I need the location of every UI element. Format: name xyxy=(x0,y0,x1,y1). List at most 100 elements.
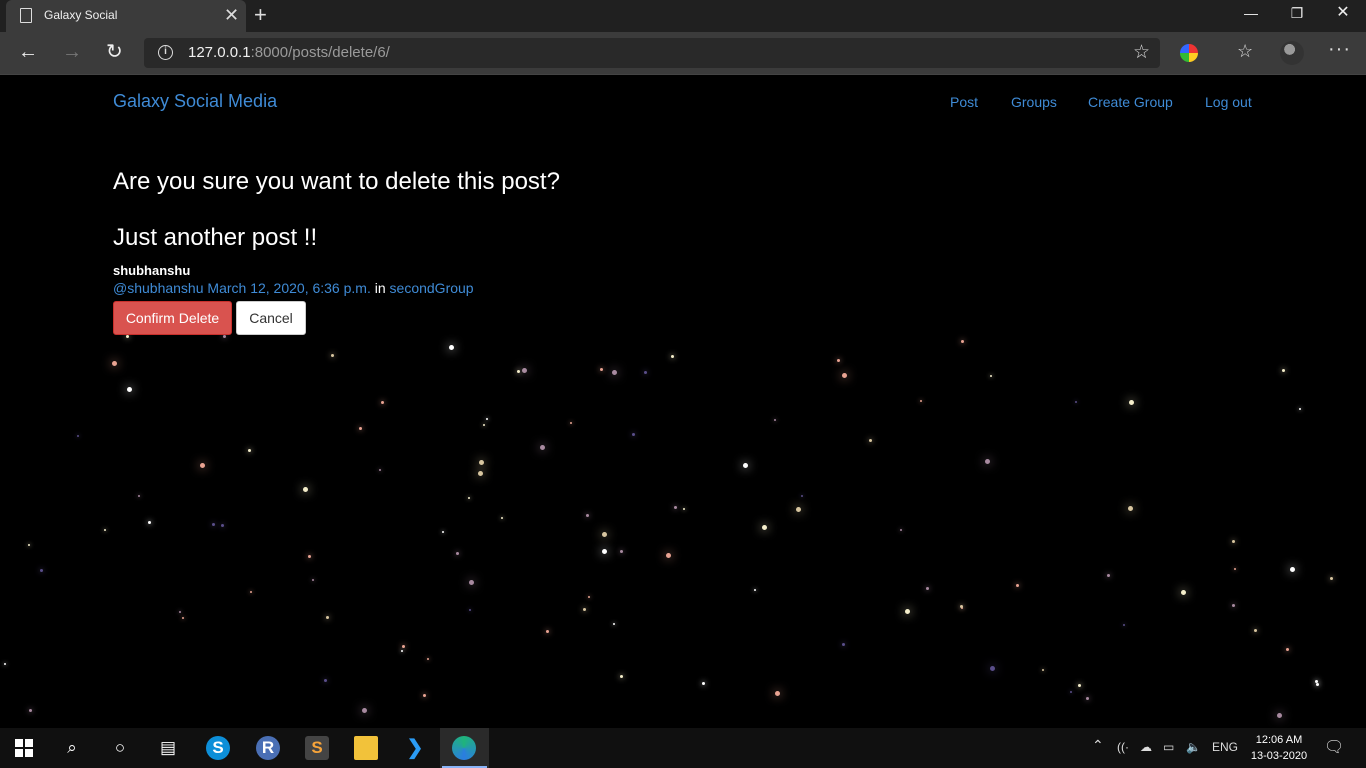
star-dot xyxy=(401,650,403,652)
clock-date: 13-03-2020 xyxy=(1250,750,1308,762)
star-dot xyxy=(77,435,79,437)
star-dot xyxy=(796,507,801,512)
extension-icon[interactable] xyxy=(1180,44,1198,62)
cancel-button[interactable]: Cancel xyxy=(236,301,306,335)
post-author: shubhanshu xyxy=(113,263,191,278)
author-handle-link[interactable]: @shubhanshu xyxy=(113,280,204,296)
star-dot xyxy=(1129,400,1134,405)
star-dot xyxy=(478,471,483,476)
star-dot xyxy=(671,355,674,358)
chevron-up-icon[interactable]: ⌃ xyxy=(1092,737,1104,754)
star-dot xyxy=(570,422,572,424)
star-dot xyxy=(517,370,520,373)
star-dot xyxy=(326,616,329,619)
star-dot xyxy=(1123,624,1125,626)
post-title: Just another post !! xyxy=(113,224,318,251)
group-link[interactable]: secondGroup xyxy=(390,280,474,296)
star-dot xyxy=(308,555,311,558)
star-dot xyxy=(112,361,117,366)
notifications-icon[interactable]: 🗨 xyxy=(1324,737,1344,757)
star-dot xyxy=(486,418,488,420)
confirm-delete-button[interactable]: Confirm Delete xyxy=(113,301,232,335)
nav-link-post[interactable]: Post xyxy=(950,94,978,110)
nav-link-groups[interactable]: Groups xyxy=(1011,94,1057,110)
browser-tab-strip: Galaxy Social ✕ + — ❐ ✕ xyxy=(0,0,1366,32)
brand-link[interactable]: Galaxy Social Media xyxy=(113,91,277,112)
clock[interactable]: 12:06 AM 13-03-2020 xyxy=(1250,732,1308,764)
star-dot xyxy=(104,529,106,531)
restore-icon[interactable]: ❐ xyxy=(1274,0,1320,32)
edge-icon xyxy=(452,736,476,760)
star-dot xyxy=(381,401,384,404)
star-dot xyxy=(331,354,334,357)
star-dot xyxy=(442,531,444,533)
language-indicator[interactable]: ENG xyxy=(1212,740,1238,754)
star-dot xyxy=(1286,648,1289,651)
skype-icon[interactable]: S xyxy=(206,736,230,760)
star-dot xyxy=(212,523,215,526)
url-text[interactable]: 127.0.0.1:8000/posts/delete/6/ xyxy=(188,44,390,61)
star-dot xyxy=(449,345,454,350)
nav-link-logout[interactable]: Log out xyxy=(1205,94,1252,110)
windows-taskbar: ⌕ ○ ▤ S R S ❯ ⌃ ((· ☁ ▭ 🔈 ENG 12:06 AM 1… xyxy=(0,728,1366,768)
address-bar[interactable]: i 127.0.0.1:8000/posts/delete/6/ ☆ xyxy=(144,38,1160,68)
star-dot xyxy=(4,663,6,665)
edge-taskbar-button[interactable] xyxy=(440,728,489,768)
close-tab-icon[interactable]: ✕ xyxy=(224,5,239,25)
star-dot xyxy=(842,373,847,378)
favorites-icon[interactable]: ☆ xyxy=(1237,41,1253,62)
tab-title: Galaxy Social xyxy=(44,8,118,22)
star-dot xyxy=(546,630,549,633)
new-tab-icon[interactable]: + xyxy=(254,4,267,26)
r-app-icon[interactable]: R xyxy=(256,736,280,760)
star-dot xyxy=(1075,401,1077,403)
vscode-icon[interactable]: ❯ xyxy=(403,736,427,760)
star-dot xyxy=(632,433,635,436)
cloud-icon[interactable]: ☁ xyxy=(1140,740,1152,754)
forward-icon[interactable]: → xyxy=(62,41,82,63)
star-dot xyxy=(1316,683,1319,686)
volume-icon[interactable]: 🔈 xyxy=(1186,740,1201,754)
star-dot xyxy=(127,387,132,392)
star-dot xyxy=(985,459,990,464)
battery-icon[interactable]: ▭ xyxy=(1163,740,1174,754)
star-dot xyxy=(926,587,929,590)
sublime-text-icon[interactable]: S xyxy=(305,736,329,760)
refresh-icon[interactable]: ↻ xyxy=(106,41,123,63)
star-dot xyxy=(1128,506,1133,511)
star-dot xyxy=(29,709,32,712)
nav-link-create-group[interactable]: Create Group xyxy=(1088,94,1173,110)
favorite-star-icon[interactable]: ☆ xyxy=(1133,41,1150,64)
windows-start-icon[interactable] xyxy=(12,736,36,760)
info-icon[interactable]: i xyxy=(158,45,173,60)
star-dot xyxy=(522,368,527,373)
star-dot xyxy=(1107,574,1110,577)
star-dot xyxy=(1254,629,1257,632)
in-label: in xyxy=(374,280,386,296)
task-view-icon[interactable]: ▤ xyxy=(156,736,180,760)
star-dot xyxy=(248,449,251,452)
star-dot xyxy=(602,549,607,554)
search-icon[interactable]: ⌕ xyxy=(60,736,84,760)
file-explorer-icon[interactable] xyxy=(354,736,378,760)
star-dot xyxy=(961,340,964,343)
star-dot xyxy=(359,427,362,430)
star-dot xyxy=(223,335,226,338)
star-dot xyxy=(1042,669,1044,671)
minimize-icon[interactable]: — xyxy=(1228,0,1274,32)
star-dot xyxy=(1016,584,1019,587)
close-window-icon[interactable]: ✕ xyxy=(1320,0,1366,32)
more-options-icon[interactable]: ··· xyxy=(1328,38,1351,61)
star-dot xyxy=(427,658,429,660)
post-timestamp-link[interactable]: March 12, 2020, 6:36 p.m. xyxy=(207,280,370,296)
network-icon[interactable]: ((· xyxy=(1117,740,1129,754)
back-icon[interactable]: ← xyxy=(18,41,38,63)
star-dot xyxy=(182,617,184,619)
star-dot xyxy=(1086,697,1089,700)
profile-avatar[interactable] xyxy=(1280,41,1304,65)
cortana-icon[interactable]: ○ xyxy=(108,736,132,760)
star-dot xyxy=(1078,684,1081,687)
browser-tab[interactable]: Galaxy Social ✕ xyxy=(6,0,246,32)
star-dot xyxy=(402,645,405,648)
star-dot xyxy=(600,368,603,371)
